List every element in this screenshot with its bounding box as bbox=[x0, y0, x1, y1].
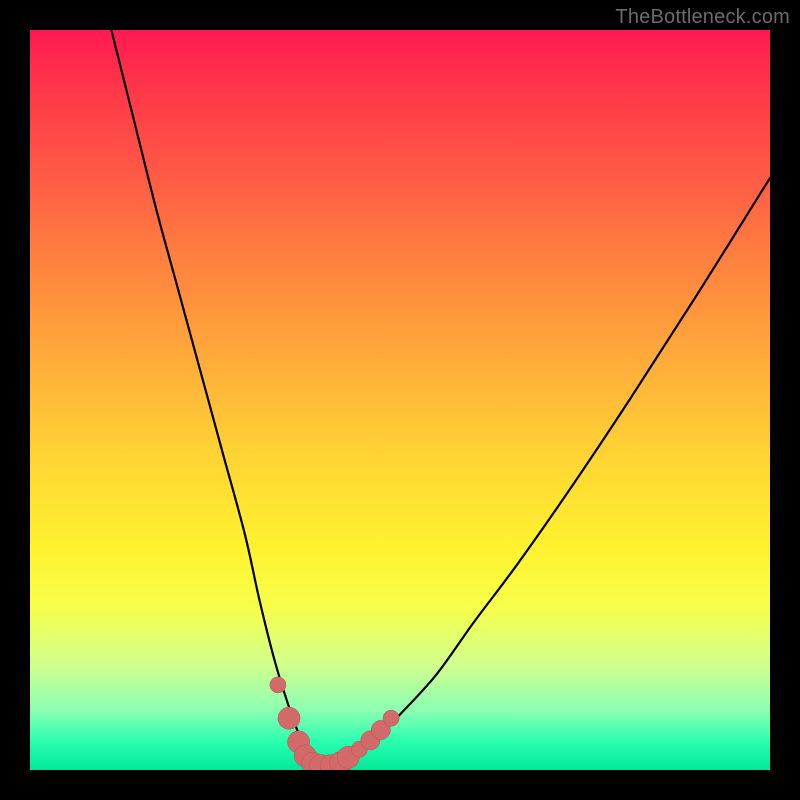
marker-group bbox=[270, 677, 399, 770]
chart-svg bbox=[30, 30, 770, 770]
bottleneck-curve bbox=[111, 30, 770, 765]
chart-frame: TheBottleneck.com bbox=[0, 0, 800, 800]
curve-marker bbox=[278, 707, 300, 729]
curve-marker bbox=[383, 710, 399, 726]
watermark-label: TheBottleneck.com bbox=[615, 6, 790, 29]
curve-marker bbox=[270, 677, 286, 693]
